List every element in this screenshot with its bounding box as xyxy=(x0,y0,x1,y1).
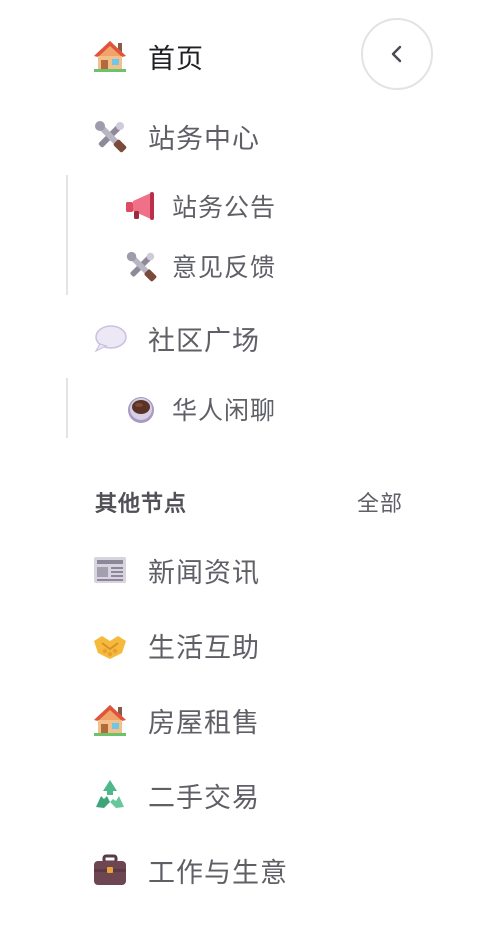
speech-bubble-icon xyxy=(94,325,127,353)
sidebar-nav: 首页 站务中心 站务公告 意见反馈 社区广场 华人闲聊 其他节点 全部 新闻资讯… xyxy=(0,0,489,935)
nav-subitem-label: 站务公告 xyxy=(172,193,277,222)
nav-item-label: 站务中心 xyxy=(148,123,260,155)
nav-item-label: 社区广场 xyxy=(148,325,260,357)
nav-subitem-feedback[interactable]: 意见反馈 xyxy=(124,241,276,291)
house-icon xyxy=(94,41,126,72)
collapse-sidebar-button[interactable] xyxy=(361,18,433,90)
tools-icon xyxy=(126,251,157,282)
nav-item-housing[interactable]: 房屋租售 xyxy=(92,692,260,748)
nav-item-community[interactable]: 社区广场 xyxy=(92,310,260,366)
nav-item-label: 房屋租售 xyxy=(148,707,260,739)
nav-item-mutual-help[interactable]: 生活互助 xyxy=(92,617,260,673)
house-icon xyxy=(94,705,126,736)
tools-icon xyxy=(95,121,127,153)
nav-item-label: 二手交易 xyxy=(148,782,260,814)
briefcase-icon xyxy=(94,854,126,885)
section-title-other-nodes: 其他节点 xyxy=(95,492,188,517)
view-all-link[interactable]: 全部 xyxy=(357,486,403,518)
nav-item-news[interactable]: 新闻资讯 xyxy=(92,542,260,598)
nav-subitem-label: 意见反馈 xyxy=(172,253,277,282)
newspaper-icon xyxy=(94,557,126,583)
nav-item-home[interactable]: 首页 xyxy=(92,28,204,84)
nav-subitem-announcements[interactable]: 站务公告 xyxy=(124,181,276,231)
coffee-icon xyxy=(128,397,154,423)
nav-item-label: 工作与生意 xyxy=(148,857,288,889)
nav-item-label: 生活互助 xyxy=(148,632,260,664)
nav-subitem-chinese-chat[interactable]: 华人闲聊 xyxy=(124,384,276,434)
nav-item-label: 新闻资讯 xyxy=(148,557,260,589)
handshake-icon xyxy=(94,636,126,659)
recycle-icon xyxy=(96,780,124,808)
nav-item-station-center[interactable]: 站务中心 xyxy=(92,108,260,164)
megaphone-icon xyxy=(126,192,154,220)
nav-item-secondhand[interactable]: 二手交易 xyxy=(92,767,260,823)
nav-item-label: 首页 xyxy=(148,43,204,75)
submenu-divider xyxy=(66,175,68,295)
nav-item-work-business[interactable]: 工作与生意 xyxy=(92,842,288,898)
nav-subitem-label: 华人闲聊 xyxy=(172,396,277,425)
chevron-left-icon xyxy=(391,45,402,63)
submenu-divider xyxy=(66,378,68,438)
